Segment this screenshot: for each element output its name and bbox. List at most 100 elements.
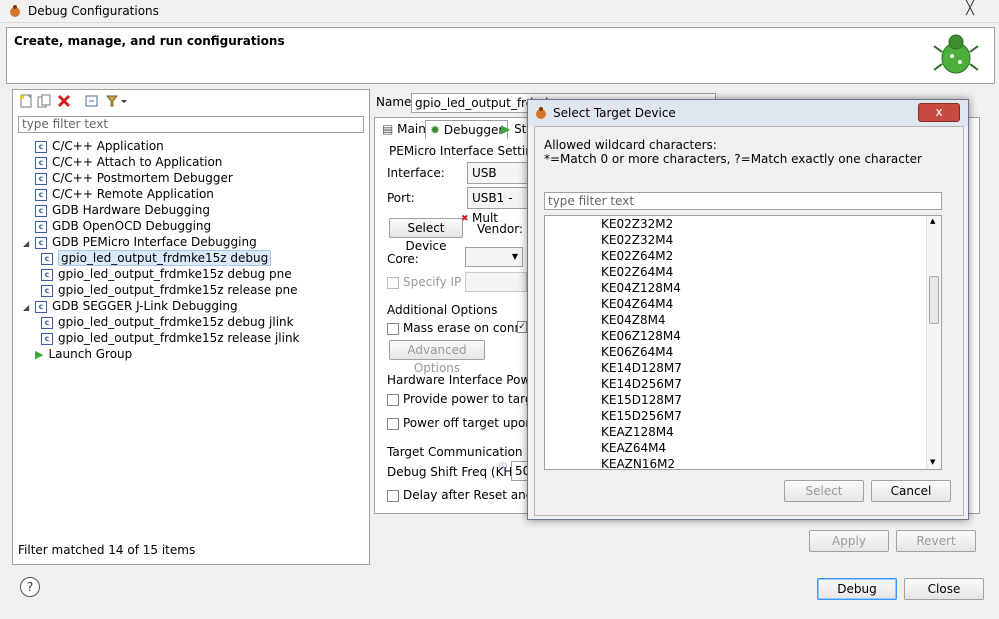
device-list[interactable]: KE02Z32M2 KE02Z32M4 KE02Z64M2 KE02Z64M4 … (544, 215, 942, 470)
port-label: Port: (387, 191, 415, 205)
device-list-scrollbar[interactable]: ▲ ▼ (926, 216, 941, 469)
c-config-icon: c (41, 316, 53, 329)
duplicate-config-icon[interactable] (37, 94, 51, 108)
core-label: Core: (387, 252, 419, 266)
list-item[interactable]: KEAZ128M4 (601, 424, 674, 440)
delete-config-icon[interactable] (57, 94, 71, 108)
checked-checkbox-partial[interactable]: ✓ (517, 321, 527, 333)
new-config-icon[interactable] (19, 94, 33, 108)
list-item[interactable]: KE06Z128M4 (601, 328, 681, 344)
revert-button[interactable]: Revert (896, 530, 976, 552)
c-app-icon: c (35, 220, 47, 233)
c-app-icon: c (35, 300, 47, 313)
list-item[interactable]: KE04Z8M4 (601, 312, 666, 328)
list-item[interactable]: KE04Z128M4 (601, 280, 681, 296)
tab-startup[interactable]: ▶ St (497, 120, 530, 138)
scroll-down-icon[interactable]: ▼ (930, 458, 935, 466)
list-item[interactable]: KEAZN16M2 (601, 456, 675, 469)
debug-button[interactable]: Debug (817, 578, 897, 600)
scrollbar-thumb[interactable] (929, 276, 939, 324)
dialog-title-bar: Select Target Device x (528, 100, 968, 126)
tree-item-c-remote[interactable]: c C/C++ Remote Application (23, 186, 363, 202)
error-marker-icon: ✖ (461, 214, 469, 224)
select-target-device-dialog: Select Target Device x Allowed wildcard … (527, 99, 969, 520)
close-button[interactable]: Close (904, 578, 984, 600)
c-app-icon: c (35, 156, 47, 169)
bug-icon (10, 5, 20, 17)
tab-main[interactable]: ▤ Main (378, 120, 430, 138)
list-item[interactable]: KE02Z64M2 (601, 248, 673, 264)
tree-item-config-release-pne[interactable]: c gpio_led_output_frdmke15z release pne (23, 282, 363, 298)
info-icon: ⓘ (499, 462, 507, 471)
checkbox-box (387, 393, 399, 406)
list-item[interactable]: KE15D256M7 (601, 408, 682, 424)
wildcard-info: Allowed wildcard characters: *=Match 0 o… (544, 138, 922, 166)
tree-item-gdb-openocd[interactable]: c GDB OpenOCD Debugging (23, 218, 363, 234)
list-item[interactable]: KE04Z64M4 (601, 296, 673, 312)
filter-dropdown-icon[interactable] (105, 94, 129, 108)
tree-item-c-app[interactable]: c C/C++ Application (23, 138, 363, 154)
provide-power-checkbox[interactable]: Provide power to target (387, 392, 545, 406)
window-title: Debug Configurations (28, 4, 159, 18)
tree-item-config-debug-pne[interactable]: c gpio_led_output_frdmke15z debug pne (23, 266, 363, 282)
tree-item-config-debug-jlink[interactable]: c gpio_led_output_frdmke15z debug jlink (23, 314, 363, 330)
help-icon[interactable]: ? (20, 577, 40, 597)
startup-tab-icon: ▶ (501, 122, 511, 136)
list-item[interactable]: KE06Z64M4 (601, 344, 673, 360)
tree-item-c-attach[interactable]: c C/C++ Attach to Application (23, 154, 363, 170)
debugger-tab-icon: ✹ (430, 123, 441, 137)
port-select[interactable]: USB1 - Mult (467, 187, 531, 225)
dialog-header: Create, manage, and run configurations (6, 27, 995, 84)
window-close-button[interactable]: ╳ (955, 1, 985, 19)
scroll-up-icon[interactable]: ▲ (930, 217, 935, 225)
name-label: Name: (376, 95, 416, 109)
tree-item-config-debug[interactable]: c gpio_led_output_frdmke15z debug (23, 250, 363, 266)
wildcard-info-line2: *=Match 0 or more characters, ?=Match ex… (544, 152, 922, 166)
expand-arrow-icon[interactable]: ◢ (23, 236, 35, 252)
checkbox-box (387, 489, 399, 502)
tree-item-config-release-jlink[interactable]: c gpio_led_output_frdmke15z release jlink (23, 330, 363, 346)
list-item[interactable]: KE02Z32M4 (601, 232, 673, 248)
list-item[interactable]: KE02Z32M2 (601, 216, 673, 232)
c-app-icon: c (35, 172, 47, 185)
checkbox-box (387, 417, 399, 430)
select-device-button[interactable]: Select Device (389, 218, 463, 253)
tree-item-c-postmortem[interactable]: c C/C++ Postmortem Debugger (23, 170, 363, 186)
list-item[interactable]: KE02Z64M4 (601, 264, 673, 280)
list-item[interactable]: KE14D256M7 (601, 376, 682, 392)
device-filter-input[interactable]: type filter text (544, 192, 942, 210)
vendor-label: Vendor: (477, 222, 523, 236)
core-select[interactable]: ▼ (465, 247, 523, 267)
checkbox-box (387, 276, 399, 289)
list-item[interactable]: KE15D128M7 (601, 392, 682, 408)
collapse-all-icon[interactable] (85, 94, 99, 108)
configuration-tree-panel: type filter text c C/C++ Application c C/C… (12, 89, 370, 565)
bug-icon (536, 107, 546, 119)
debug-bug-logo-icon (933, 34, 979, 74)
interface-select[interactable]: USB Multilin (467, 162, 531, 200)
tree-item-gdb-hardware[interactable]: c GDB Hardware Debugging (23, 202, 363, 218)
list-item[interactable]: KE14D128M7 (601, 360, 682, 376)
expand-arrow-icon[interactable]: ◢ (23, 300, 35, 316)
checkbox-box (387, 322, 399, 335)
pemicro-section-title: PEMicro Interface Settings (389, 144, 547, 158)
tree-item-launch-group[interactable]: ▶ Launch Group (23, 346, 363, 362)
additional-options-title: Additional Options (387, 303, 498, 317)
tree-item-gdb-segger[interactable]: ◢ c GDB SEGGER J-Link Debugging (23, 298, 363, 314)
tree-item-gdb-pemicro[interactable]: ◢ c GDB PEMicro Interface Debugging (23, 234, 363, 250)
cancel-button[interactable]: Cancel (871, 480, 951, 502)
list-item[interactable]: KEAZ64M4 (601, 440, 666, 456)
main-tab-icon: ▤ (382, 122, 394, 136)
dialog-close-button[interactable]: x (918, 103, 960, 122)
c-config-icon: c (41, 284, 53, 297)
config-tree: c C/C++ Application c C/C++ Attach to Appl… (23, 138, 363, 362)
advanced-options-button[interactable]: Advanced Options (389, 340, 485, 375)
tab-debugger[interactable]: ✹ Debugger (425, 120, 509, 139)
select-button[interactable]: Select (784, 480, 864, 502)
config-filter-input[interactable]: type filter text (18, 116, 364, 133)
chevron-down-icon: ▼ (511, 252, 518, 261)
filter-status: Filter matched 14 of 15 items (18, 543, 196, 557)
apply-button[interactable]: Apply (809, 530, 889, 552)
specify-ip-checkbox[interactable]: Specify IP (387, 275, 461, 289)
c-app-icon: c (35, 236, 47, 249)
